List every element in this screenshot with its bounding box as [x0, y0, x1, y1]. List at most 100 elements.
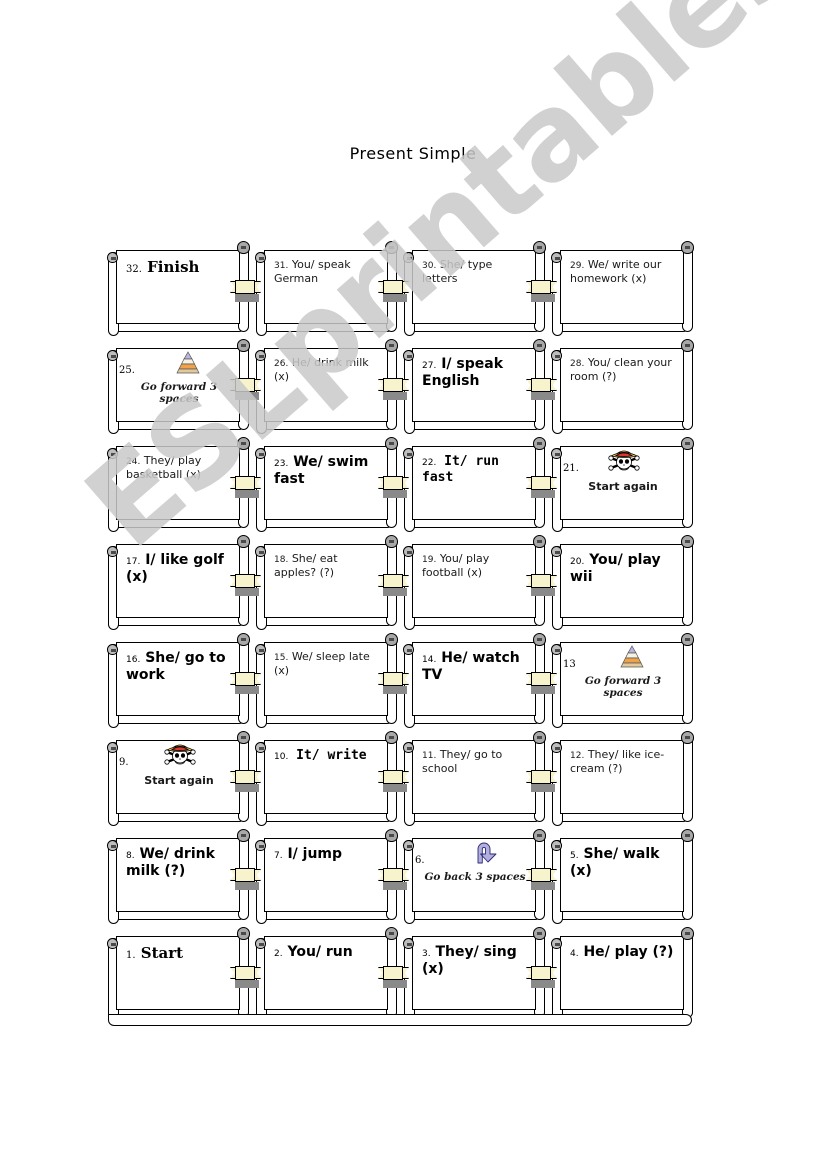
cell-text: 17. I/ like golf (x) [126, 552, 234, 586]
board-cell-31[interactable]: 31. You/ speak German [252, 241, 409, 340]
clasp-barrel [383, 378, 403, 392]
post-cap-nub [685, 246, 690, 249]
board-cell-32[interactable]: 32. Finish [104, 241, 261, 340]
cell-number: 20. [570, 557, 585, 567]
post-cap-nub [259, 355, 264, 358]
cell-number: 16. [126, 655, 141, 665]
board-cell-14[interactable]: 14. He/ watch TV [400, 633, 557, 732]
post-cap-left [107, 546, 118, 557]
cell-number: 23. [274, 459, 289, 469]
card-face: 21. Start again [560, 446, 684, 520]
board-cell-9[interactable]: 9. Start again [104, 731, 261, 830]
board-cell-7[interactable]: 7. I/ jump [252, 829, 409, 928]
card-face: 25. Go forward 3 spaces [116, 348, 240, 422]
card-clasp-connector [378, 672, 409, 694]
board-cell-30[interactable]: 30. She/ type letters [400, 241, 557, 340]
board-cell-28[interactable]: 28. You/ clean your room (?) [548, 339, 700, 438]
clasp-wing-right [550, 869, 557, 881]
card-face: 24. They/ play basketball (x) [116, 446, 240, 520]
board-cell-26[interactable]: 26. He/ drink milk (x) [252, 339, 409, 438]
post-cap-right [681, 633, 694, 646]
card-face: 29. We/ write our homework (x) [560, 250, 684, 324]
post-cap-left [551, 644, 562, 655]
post-cap-nub [259, 453, 264, 456]
board-cell-8[interactable]: 8. We/ drink milk (?) [104, 829, 261, 928]
post-cap-left [107, 938, 118, 949]
cell-text: 29. We/ write our homework (x) [570, 258, 678, 285]
board-cell-24[interactable]: 24. They/ play basketball (x) [104, 437, 261, 536]
board-cell-25[interactable]: 25. Go forward 3 spaces [104, 339, 261, 438]
board-cell-5[interactable]: 5. She/ walk (x) [548, 829, 700, 928]
clasp-shadow [235, 392, 259, 400]
board-cell-10[interactable]: 10. It/ write [252, 731, 409, 830]
card-face: 7. I/ jump [264, 838, 388, 912]
post-cap-left [255, 448, 266, 459]
board-cell-11[interactable]: 11. They/ go to school [400, 731, 557, 830]
cell-label: He/ play (?) [583, 944, 674, 960]
post-cap-right [237, 927, 250, 940]
post-cap-nub [389, 246, 394, 249]
clasp-wing-right [254, 771, 261, 783]
clasp-barrel [235, 280, 255, 294]
card-clasp-connector [230, 770, 261, 792]
post-cap-left [107, 644, 118, 655]
post-cap-right [533, 437, 546, 450]
clasp-wing-right [402, 967, 409, 979]
clasp-wing-right [254, 967, 261, 979]
rail-line [108, 1014, 692, 1026]
cell-text: Start again [567, 457, 679, 494]
post-cap-left [551, 840, 562, 851]
cell-text: Go forward 3 spaces [567, 653, 679, 700]
board-cell-13[interactable]: 13 Go forward 3 spaces [548, 633, 700, 732]
clasp-barrel [235, 672, 255, 686]
clasp-wing-right [254, 869, 261, 881]
cell-number: 11. [422, 751, 437, 761]
board-cell-20[interactable]: 20. You/ play wii [548, 535, 700, 634]
cell-label: She/ walk (x) [570, 846, 660, 880]
card-face: 30. She/ type letters [412, 250, 536, 324]
clasp-barrel [235, 868, 255, 882]
post-cap-nub [685, 540, 690, 543]
post-cap-nub [685, 442, 690, 445]
cell-number: 7. [274, 851, 283, 861]
cell-text: 26. He/ drink milk (x) [274, 356, 382, 383]
board-cell-21[interactable]: 21. Start again [548, 437, 700, 536]
cell-number: 8. [126, 851, 135, 861]
board-cell-18[interactable]: 18. She/ eat apples? (?) [252, 535, 409, 634]
card-clasp-connector [378, 280, 409, 302]
board-cell-16[interactable]: 16. She/ go to work [104, 633, 261, 732]
clasp-shadow [383, 980, 407, 988]
clasp-barrel [235, 378, 255, 392]
card-face: 13 Go forward 3 spaces [560, 642, 684, 716]
board-cell-29[interactable]: 29. We/ write our homework (x) [548, 241, 700, 340]
board-cell-12[interactable]: 12. They/ like ice-cream (?) [548, 731, 700, 830]
cell-label: We/ swim fast [274, 454, 369, 488]
post-cap-left [403, 252, 414, 263]
board-cell-27[interactable]: 27. I/ speak English [400, 339, 557, 438]
clasp-barrel [383, 868, 403, 882]
post-cap-left [551, 938, 562, 949]
board-cell-17[interactable]: 17. I/ like golf (x) [104, 535, 261, 634]
cell-label: I/ like golf (x) [126, 552, 224, 586]
post-cap-left [403, 644, 414, 655]
card-clasp-connector [378, 966, 409, 988]
post-cap-right [681, 535, 694, 548]
post-cap-right [237, 731, 250, 744]
post-cap-left [107, 448, 118, 459]
cell-text: 30. She/ type letters [422, 258, 530, 285]
board-cell-22[interactable]: 22. It/ run fast [400, 437, 557, 536]
board-cell-23[interactable]: 23. We/ swim fast [252, 437, 409, 536]
board-cell-15[interactable]: 15. We/ sleep late (x) [252, 633, 409, 732]
board-cell-19[interactable]: 19. You/ play football (x) [400, 535, 557, 634]
page-title: Present Simple [349, 144, 477, 163]
post-cap-nub [407, 747, 412, 750]
board-cell-6[interactable]: 6. Go back 3 spaces [400, 829, 557, 928]
cell-number: 27. [422, 361, 437, 371]
post-cap-nub [537, 834, 542, 837]
post-cap-nub [555, 257, 560, 260]
cell-label: You/ run [287, 944, 353, 960]
cell-text: 1. Start [126, 944, 234, 962]
post-cap-right [385, 339, 398, 352]
clasp-shadow [235, 686, 259, 694]
clasp-wing-right [550, 379, 557, 391]
